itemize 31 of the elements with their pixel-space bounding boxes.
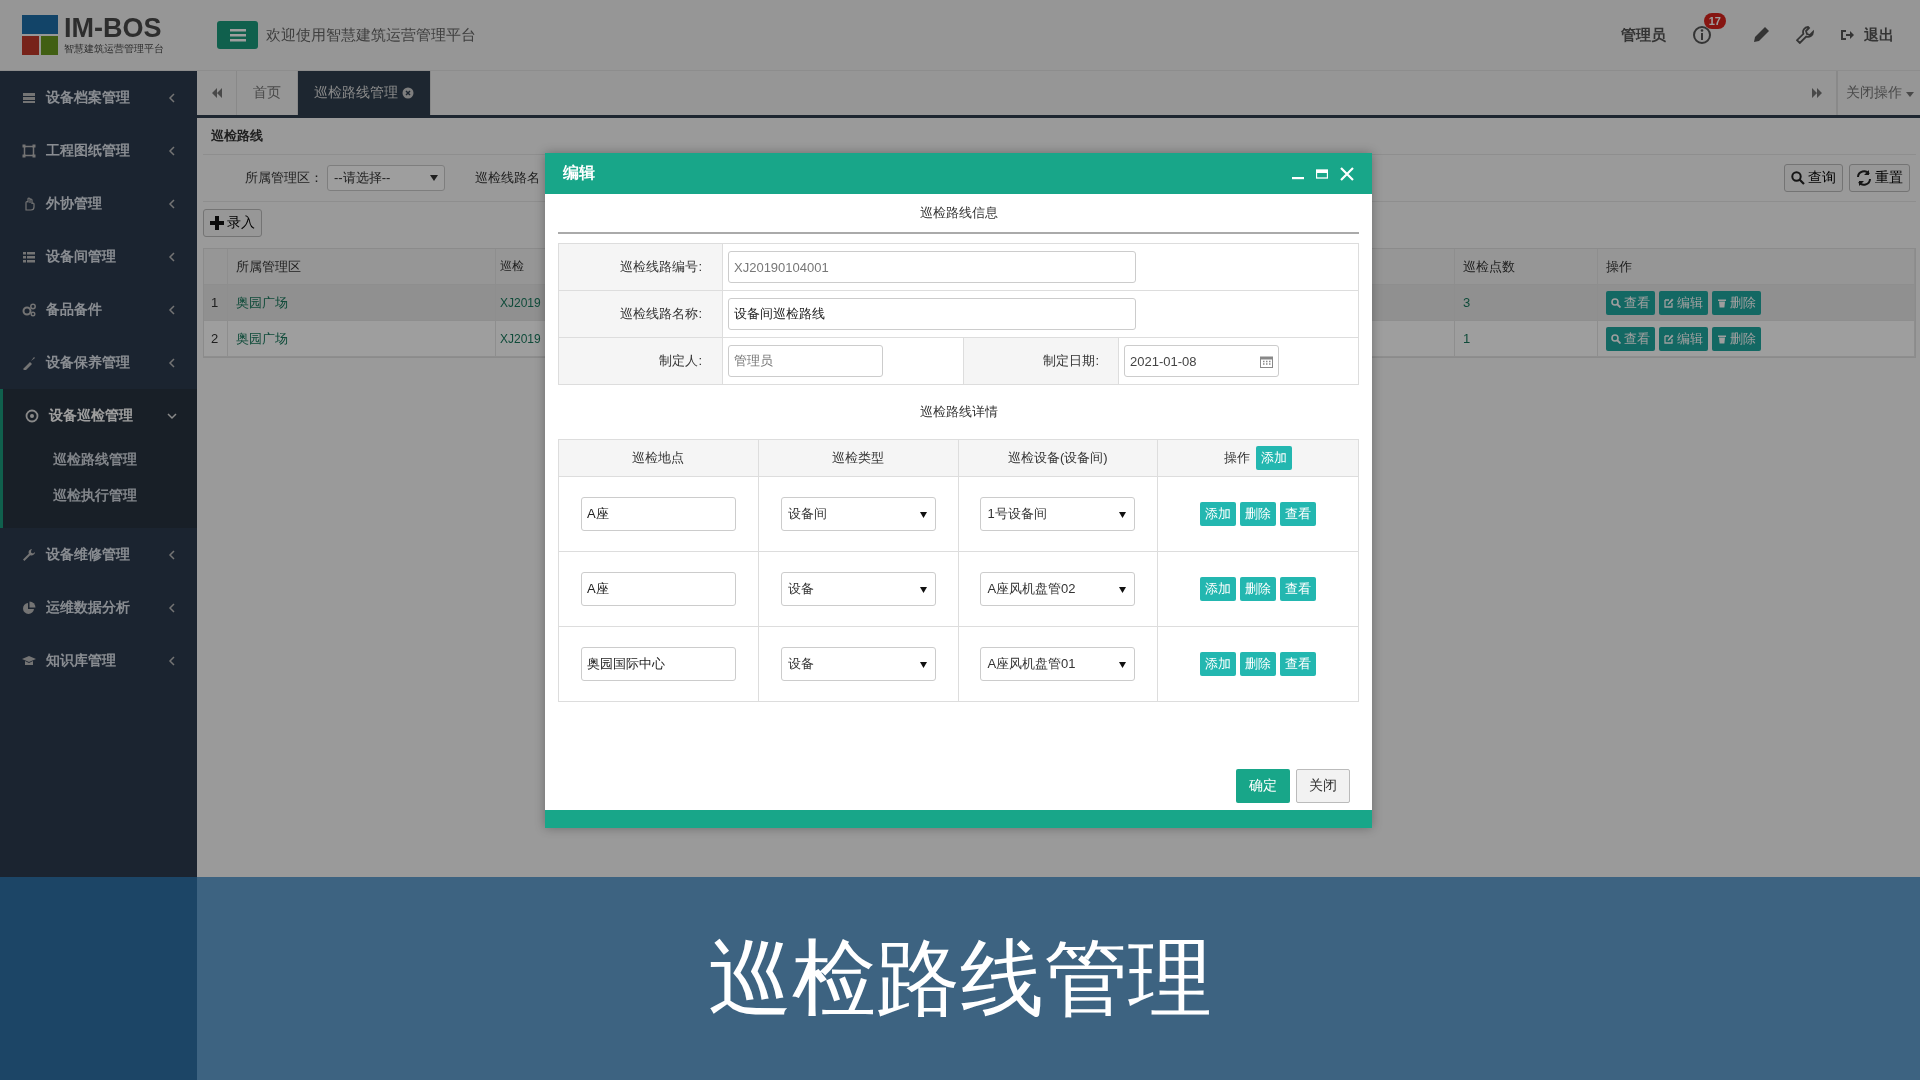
table-cell: 1 — [1463, 331, 1471, 346]
field-label: 巡检线路编号: — [620, 258, 702, 276]
welcome-text: 欢迎使用智慧建筑运营管理平台 — [266, 25, 476, 45]
field-label: 巡检线路名称: — [620, 305, 702, 323]
panel-title: 巡检路线 — [211, 127, 263, 145]
column-header: 巡检地点 — [632, 449, 685, 467]
row-number: 2 — [211, 331, 219, 346]
column-header: 巡检类型 — [832, 449, 885, 467]
notification-badge: 17 — [1703, 13, 1726, 29]
column-header: 操作 — [1606, 257, 1632, 276]
row-number: 1 — [211, 295, 219, 310]
field-label: 制定日期: — [1043, 352, 1099, 370]
logo-title: IM-BOS — [64, 14, 163, 42]
column-header: 巡检设备(设备间) — [1008, 449, 1108, 467]
section-title: 巡检路线详情 — [919, 403, 998, 421]
column-header: 巡检 — [500, 258, 524, 275]
column-header: 巡检点数 — [1463, 257, 1515, 276]
table-cell: 奥园广场 — [236, 293, 288, 312]
table-cell: XJ2019 — [500, 331, 541, 346]
caption-text: 巡检路线管理 — [708, 929, 1212, 1027]
field-label: 制定人: — [659, 352, 702, 370]
table-cell: 奥园广场 — [236, 329, 288, 348]
logo-subtitle: 智慧建筑运营管理平台 — [64, 42, 164, 56]
table-cell: 3 — [1463, 295, 1471, 310]
filter-label: 巡检线路名 — [475, 169, 540, 187]
table-cell: XJ2019 — [500, 295, 541, 310]
filter-label: 所属管理区： — [245, 169, 323, 187]
column-header: 操作 — [1224, 449, 1251, 467]
section-title: 巡检路线信息 — [919, 204, 998, 222]
column-header: 所属管理区 — [236, 257, 301, 276]
dialog-title: 编辑 — [563, 163, 595, 183]
